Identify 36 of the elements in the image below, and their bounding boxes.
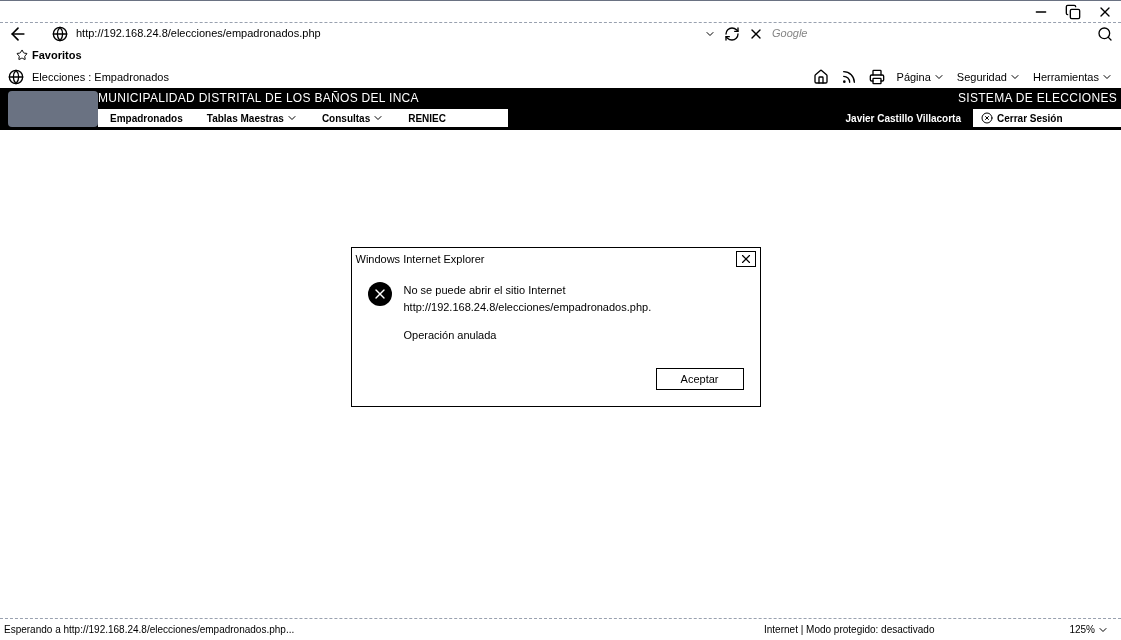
home-icon[interactable]: [812, 69, 829, 85]
error-icon: [367, 282, 392, 306]
print-icon[interactable]: [868, 69, 885, 85]
restore-icon[interactable]: [1065, 3, 1081, 20]
browser-tab[interactable]: Elecciones : Empadronados: [32, 68, 169, 86]
address-field[interactable]: http://192.168.24.8/elecciones/empadronados.php: [76, 25, 696, 42]
tab-icon: [8, 69, 24, 85]
close-circle-icon: [981, 112, 993, 124]
nav-menu-item[interactable]: Consultas: [321, 110, 385, 126]
error-message: No se puede abrir el sitio Internet: [403, 283, 567, 298]
nav-menu-item[interactable]: RENIEC: [408, 110, 446, 126]
site-title: MUNICIPALIDAD DISTRITAL DE LOS BAÑOS DEL INCA: [98, 90, 419, 107]
security-zone: Internet | Modo protegido: desactivado: [764, 623, 935, 637]
accept-button[interactable]: Aceptar: [655, 368, 744, 390]
nav-menu-item[interactable]: Tablas Maestras: [206, 110, 298, 126]
page-icon: [52, 25, 68, 42]
zoom-level[interactable]: 125%: [1069, 622, 1109, 637]
nav-menu-item[interactable]: Empadronados: [110, 110, 183, 126]
close-icon[interactable]: [735, 251, 756, 267]
refresh-icon[interactable]: [724, 25, 740, 42]
search-field[interactable]: Google: [772, 25, 1072, 42]
command-menu[interactable]: Página: [896, 68, 945, 86]
logo-icon: [8, 91, 98, 127]
feed-icon[interactable]: [840, 69, 857, 85]
favorites-button[interactable]: Favoritos: [32, 46, 82, 64]
status-text: Esperando a http://192.168.24.8/elecciones/empadronados.php...: [4, 623, 296, 637]
search-icon[interactable]: [1097, 25, 1113, 42]
star-icon[interactable]: [16, 49, 28, 61]
error-detail: Operación anulada: [403, 328, 498, 343]
dialog-title: Windows Internet Explorer: [355, 251, 485, 267]
logout-button[interactable]: Cerrar Sesión: [973, 109, 1121, 127]
command-menu[interactable]: Herramientas: [1032, 68, 1113, 86]
user-name: Javier Castillo Villacorta: [845, 111, 961, 126]
system-title: SISTEMA DE ELECCIONES: [958, 90, 1117, 107]
command-menu[interactable]: Seguridad: [956, 68, 1021, 86]
error-url: http://192.168.24.8/elecciones/empadronados.php.: [403, 299, 652, 315]
